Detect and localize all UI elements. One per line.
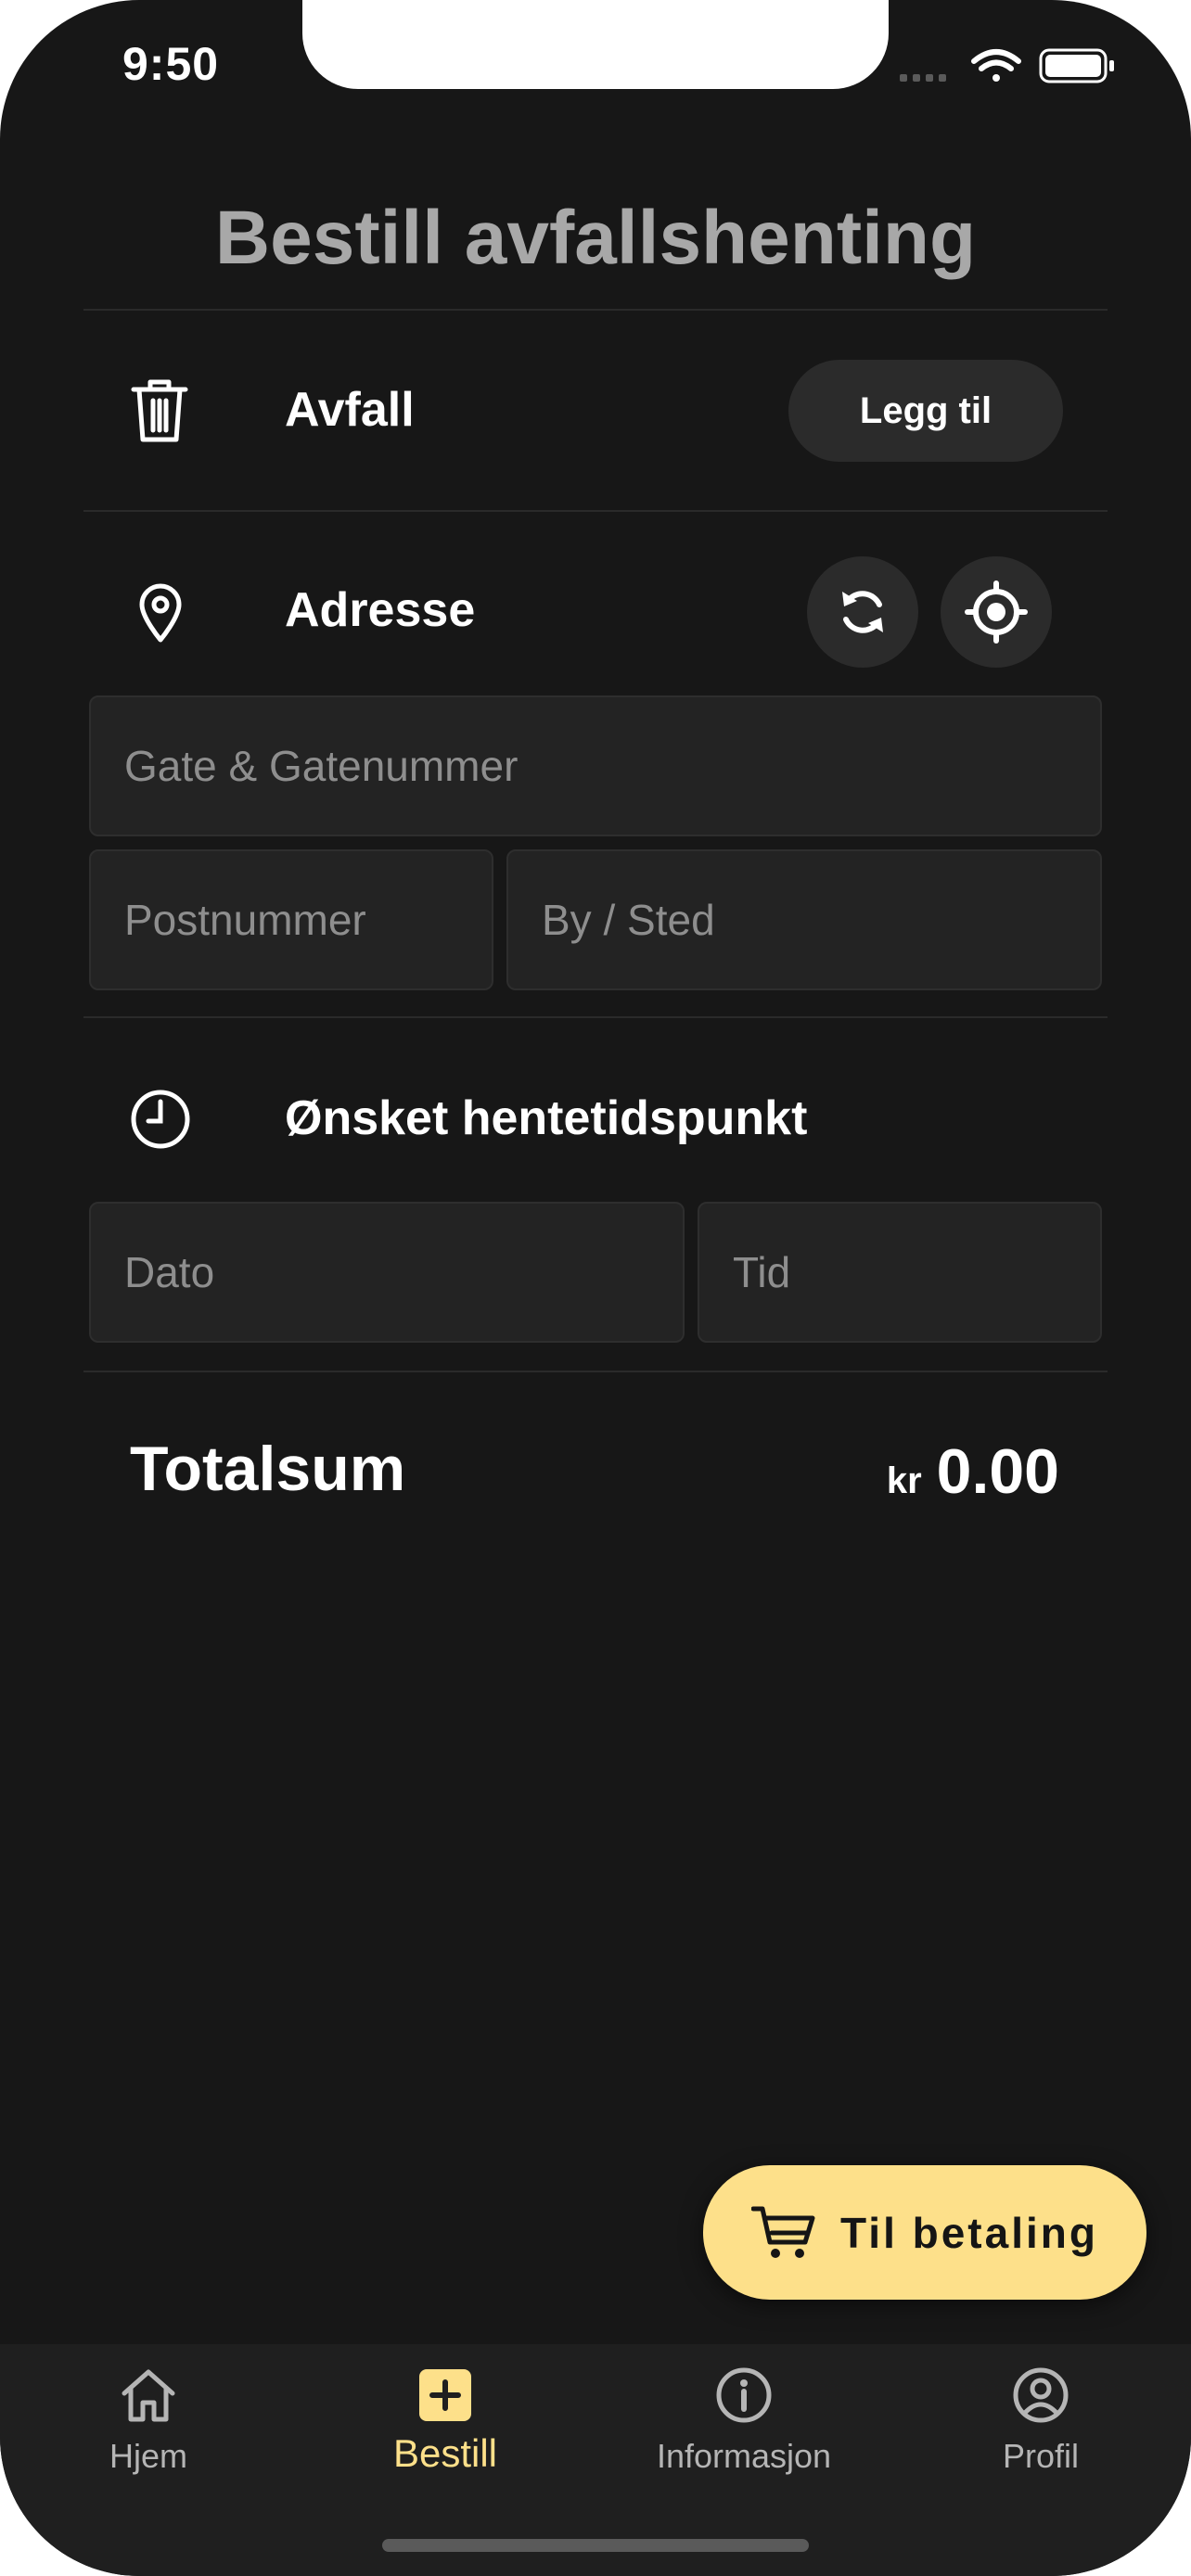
profile-icon [1013,2367,1069,2423]
trash-icon [131,379,188,442]
currency-label: kr [886,1460,922,1501]
refresh-address-button[interactable] [807,556,918,668]
app-screen: 9:50 Bestill avfallshenting Avfall Legg … [0,0,1191,2576]
total-amount: 0.00 [936,1436,1059,1507]
device-notch [302,0,889,89]
home-indicator [382,2539,809,2552]
address-label: Adresse [285,583,476,637]
total-value: kr 0.00 [887,1435,1059,1508]
tab-home-label: Hjem [109,2437,187,2475]
crosshair-icon [965,580,1028,644]
checkout-button[interactable]: Til betaling [703,2165,1146,2300]
tab-profile-label: Profil [1002,2437,1080,2475]
home-icon [122,2369,175,2422]
cellular-signal-icon [900,74,946,82]
add-waste-button[interactable]: Legg til [788,360,1063,462]
city-input[interactable]: By / Sted [506,849,1102,990]
cart-icon [751,2206,815,2258]
street-input[interactable]: Gate & Gatenummer [89,695,1102,836]
postal-code-placeholder: Postnummer [124,896,366,944]
info-icon [716,2367,772,2423]
plus-square-icon [419,2369,471,2421]
tab-order[interactable]: Bestill [297,2365,594,2476]
tab-info-label: Informasjon [656,2437,832,2475]
date-placeholder: Dato [124,1248,215,1296]
pickup-time-label: Ønsket hentetidspunkt [285,1091,808,1145]
divider [83,1016,1108,1018]
waste-label: Avfall [285,383,415,437]
tab-info[interactable]: Informasjon [596,2365,892,2476]
divider [83,510,1108,512]
checkout-label: Til betaling [840,2208,1098,2257]
locate-me-button[interactable] [941,556,1052,668]
wifi-icon [971,49,1021,82]
clock-icon [131,1090,190,1149]
tab-home[interactable]: Hjem [0,2365,297,2476]
date-input[interactable]: Dato [89,1202,685,1343]
divider [83,1371,1108,1372]
status-icons [900,48,1114,83]
city-placeholder: By / Sted [542,896,715,944]
page-title: Bestill avfallshenting [214,196,977,280]
tab-profile[interactable]: Profil [892,2365,1189,2476]
refresh-icon [842,591,883,633]
street-placeholder: Gate & Gatenummer [124,742,519,790]
time-input[interactable]: Tid [698,1202,1102,1343]
total-label: Totalsum [130,1434,406,1504]
location-pin-icon [139,583,182,643]
divider [83,309,1108,311]
time-placeholder: Tid [733,1248,791,1296]
battery-icon [1039,48,1114,83]
tab-order-label: Bestill [392,2431,498,2475]
postal-code-input[interactable]: Postnummer [89,849,493,990]
status-time: 9:50 [122,38,220,90]
